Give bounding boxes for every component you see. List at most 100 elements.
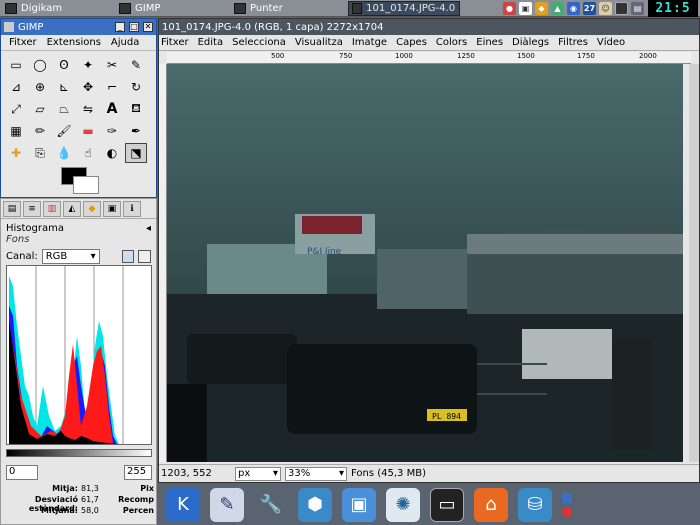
task-gimp[interactable]: GIMP [116, 1, 163, 16]
airbrush-icon[interactable]: ✑ [101, 121, 123, 141]
log-scale-icon[interactable] [138, 250, 151, 263]
clipboard-icon[interactable]: ▣ [519, 2, 532, 15]
blend-icon[interactable]: ▦ [5, 121, 27, 141]
menu-item[interactable]: Imatge [352, 37, 387, 48]
brushes-tab-icon[interactable]: ◆ [83, 201, 101, 217]
tray-icon[interactable]: ● [503, 2, 516, 15]
perspective-icon[interactable]: ⏢ [53, 99, 75, 119]
paths-icon[interactable]: ✎ [125, 55, 147, 75]
smudge-icon[interactable]: ☝ [77, 143, 99, 163]
menu-item[interactable]: Visualitza [295, 37, 343, 48]
menu-item[interactable]: Diàlegs [512, 37, 549, 48]
text-icon[interactable]: A [101, 99, 123, 119]
color-swatches[interactable] [59, 167, 103, 199]
minimize-button[interactable]: _ [115, 22, 125, 32]
menu-item[interactable]: Edita [198, 37, 224, 48]
settings-wrench-icon[interactable]: 🔧 [254, 488, 288, 522]
virtualbox-icon[interactable]: ⬢ [298, 487, 332, 522]
flip-icon[interactable]: ⇋ [77, 99, 99, 119]
shear-icon[interactable]: ▱ [29, 99, 51, 119]
tray-icon[interactable]: ▤ [631, 2, 644, 15]
task-punter[interactable]: Punter [231, 1, 286, 16]
bucket-fill-icon[interactable]: ⛾ [125, 99, 147, 119]
range-min-input[interactable]: 0 [6, 465, 38, 480]
close-button[interactable]: ✕ [143, 22, 153, 32]
image-titlebar[interactable]: 101_0174.JPG-4.0 (RGB, 1 capa) 2272x1704 [159, 19, 699, 35]
channel-select[interactable]: RGB ▾ [41, 249, 100, 264]
editor-icon[interactable]: ✎ [210, 487, 244, 522]
pencil-icon[interactable]: ✏ [29, 121, 51, 141]
menu-item[interactable]: Filtres [558, 37, 588, 48]
menu-extensions[interactable]: Extensions [47, 37, 101, 48]
network-config-icon[interactable]: ✺ [386, 487, 420, 522]
menu-item[interactable]: Selecciona [232, 37, 286, 48]
ink-icon[interactable]: ✒ [125, 121, 147, 141]
menu-fitxer[interactable]: Fitxer [9, 37, 37, 48]
histogram-stats: Mitja: 81,3 Pix Desviació estàndard: 61,… [6, 484, 154, 517]
fuzzy-select-icon[interactable]: ✦ [77, 55, 99, 75]
rect-select-icon[interactable]: ▭ [5, 55, 27, 75]
network-icon[interactable]: ◉ [567, 2, 580, 15]
kde-menu-icon[interactable]: K [166, 487, 200, 522]
counter-badge[interactable]: 27 [583, 2, 596, 15]
terminal-icon[interactable]: ▭ [430, 487, 464, 522]
menu-item[interactable]: Colors [436, 37, 467, 48]
histogram-tab-icon[interactable]: ◭ [63, 201, 81, 217]
scissors-icon[interactable]: ✂ [101, 55, 123, 75]
remote-desktop-icon[interactable]: ▣ [342, 487, 376, 522]
linear-scale-icon[interactable] [121, 250, 135, 263]
dock-menu-icon[interactable]: ◂ [146, 223, 151, 234]
database-icon[interactable]: ⛁ [518, 487, 552, 522]
maximize-button[interactable]: □ [129, 22, 139, 32]
paths-tab-icon[interactable]: ▥ [43, 201, 61, 217]
eraser-icon[interactable]: ▬ [77, 121, 99, 141]
menu-item[interactable]: Vídeo [597, 37, 625, 48]
clone-icon[interactable]: ⎘ [29, 143, 51, 163]
toolbox-titlebar[interactable]: GIMP _ □ ✕ [1, 19, 156, 35]
background-color[interactable] [73, 176, 99, 194]
vertical-ruler[interactable] [159, 64, 167, 462]
measure-icon[interactable]: ⊾ [53, 77, 75, 97]
zoom-icon[interactable]: ⊕ [29, 77, 51, 97]
tray-icon[interactable]: ◆ [535, 2, 548, 15]
histogram-plot[interactable] [6, 265, 152, 445]
value-gradient [6, 449, 152, 457]
paintbrush-icon[interactable]: 🖌 [53, 121, 75, 141]
menu-item[interactable]: Fitxer [161, 37, 189, 48]
power-icon[interactable] [562, 506, 572, 517]
tray-icon[interactable]: ☺ [599, 2, 612, 15]
range-max-input[interactable]: 255 [124, 465, 152, 480]
task-digikam[interactable]: Digikam [2, 1, 65, 16]
selected-tool-icon[interactable]: ⬔ [125, 143, 147, 163]
blur-icon[interactable]: 💧 [53, 143, 75, 163]
vertical-scrollbar[interactable] [689, 64, 699, 462]
move-icon[interactable]: ✥ [77, 77, 99, 97]
task-image[interactable]: 101_0174.JPG-4.0 (RG [348, 1, 460, 16]
tray-icon[interactable]: ▲ [551, 2, 564, 15]
layers-tab-icon[interactable]: ▤ [3, 201, 21, 217]
home-icon[interactable]: ⌂ [474, 487, 508, 522]
horizontal-ruler[interactable]: 500 750 1000 1250 1500 1750 2000 [167, 52, 691, 64]
tray-mini-icon[interactable] [562, 492, 572, 503]
scale-icon[interactable]: ⤢ [5, 99, 27, 119]
chevron-down-icon: ▾ [90, 251, 96, 262]
patterns-tab-icon[interactable]: ▣ [103, 201, 121, 217]
channels-tab-icon[interactable]: ≡ [23, 201, 41, 217]
heal-icon[interactable]: ✚ [5, 143, 27, 163]
ruler-tick: 1000 [395, 52, 413, 60]
zoom-select[interactable]: 33% ▾ [285, 466, 347, 481]
color-picker-icon[interactable]: ⊿ [5, 77, 27, 97]
dodge-icon[interactable]: ◐ [101, 143, 123, 163]
rotate-icon[interactable]: ↻ [125, 77, 147, 97]
crop-icon[interactable]: ⌐ [101, 77, 123, 97]
info-tab-icon[interactable]: ℹ [123, 201, 141, 217]
unit-select[interactable]: px ▾ [235, 466, 281, 481]
ellipse-select-icon[interactable]: ◯ [29, 55, 51, 75]
menu-ajuda[interactable]: Ajuda [111, 37, 139, 48]
desktop-icon[interactable] [615, 2, 628, 15]
lasso-icon[interactable]: ʘ [53, 55, 75, 75]
menu-item[interactable]: Capes [396, 37, 427, 48]
menu-item[interactable]: Eines [476, 37, 503, 48]
system-tray: ● ▣ ◆ ▲ ◉ 27 ☺ ▤ [503, 1, 644, 16]
image-canvas[interactable]: P&I line PL 894 [167, 64, 683, 462]
